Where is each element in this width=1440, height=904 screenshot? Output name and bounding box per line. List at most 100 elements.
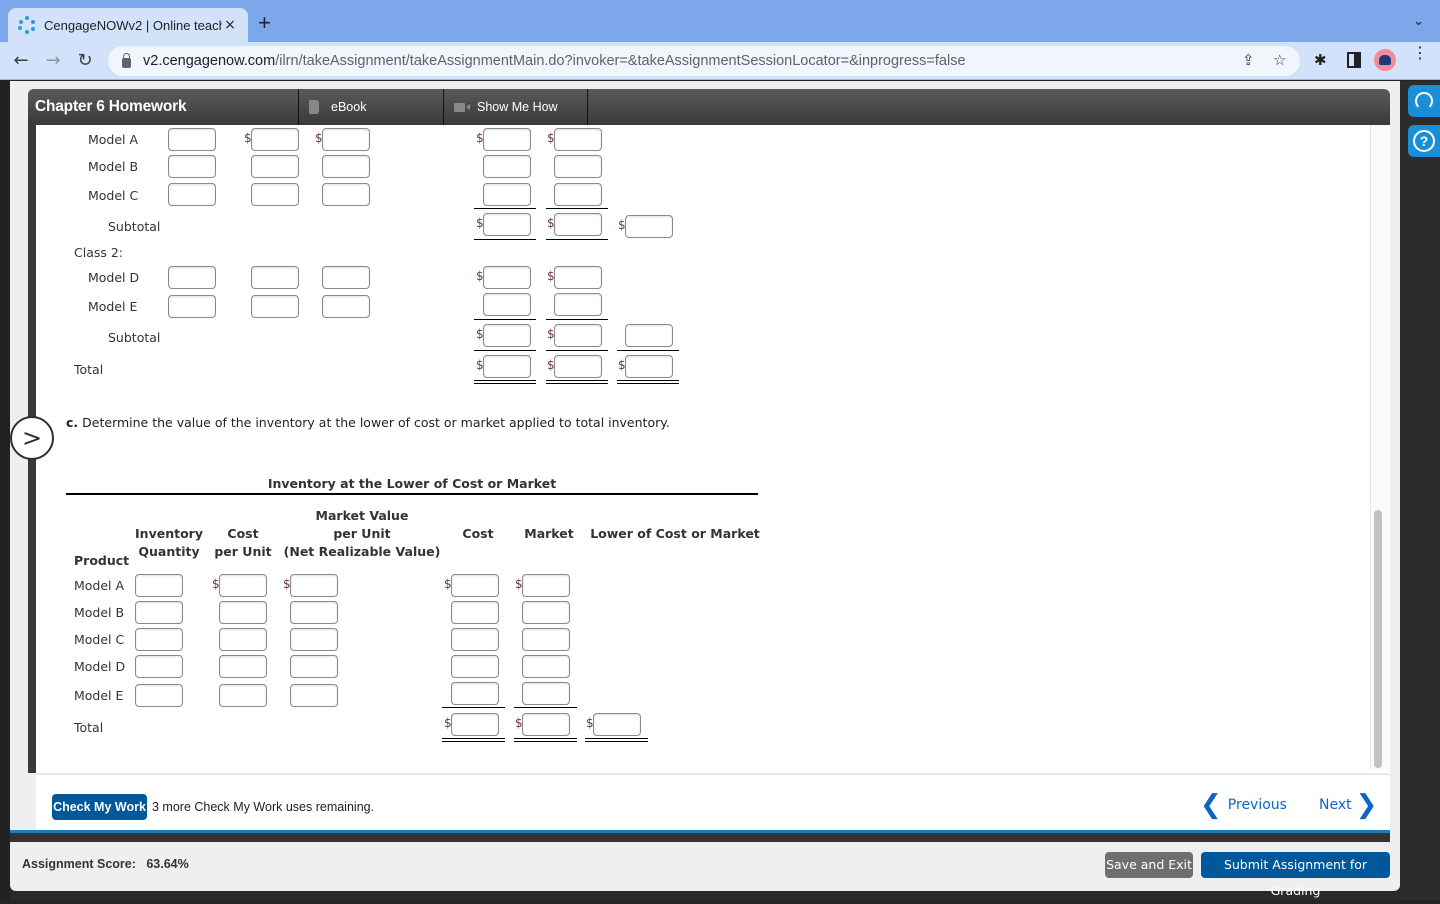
quantity-input[interactable]: [168, 266, 216, 289]
subtotal-cost-input[interactable]: [483, 213, 531, 236]
cost-per-unit-input[interactable]: [251, 155, 299, 178]
quantity-input[interactable]: [168, 155, 216, 178]
market-total-input[interactable]: [554, 293, 602, 316]
share-icon[interactable]: ⇪: [1242, 51, 1255, 69]
browser-tab[interactable]: CengageNOWv2 | Online teach ×: [8, 8, 248, 42]
cost-total-input[interactable]: [483, 128, 531, 151]
subtotal-lcm-input[interactable]: [625, 215, 673, 238]
tab-search-chevron-icon[interactable]: ⌄: [1413, 14, 1424, 29]
cost-per-unit-input[interactable]: [251, 295, 299, 318]
cost-per-unit-input[interactable]: [251, 266, 299, 289]
side-panel-icon[interactable]: [1347, 52, 1361, 68]
cost-total-input[interactable]: [451, 601, 499, 624]
cost-per-unit-input[interactable]: [251, 128, 299, 151]
forward-icon[interactable]: →: [40, 48, 66, 74]
cost-total-input[interactable]: [451, 574, 499, 597]
double-underline: [442, 738, 505, 742]
previous-label: Previous: [1227, 797, 1287, 813]
subtotal-market-input[interactable]: [554, 324, 602, 347]
col-header-line: (Net Realizable Value): [283, 544, 441, 559]
market-value-input[interactable]: [322, 295, 370, 318]
quantity-input[interactable]: [135, 601, 183, 624]
col-header-lcm: Lower of Cost or Market: [590, 526, 760, 541]
market-total-input[interactable]: [522, 628, 570, 651]
col-header-line: Cost: [227, 526, 259, 541]
cost-total-input[interactable]: [483, 266, 531, 289]
content-scrollbar-thumb[interactable]: [1374, 510, 1382, 768]
cost-total-input[interactable]: [451, 628, 499, 651]
ebook-button[interactable]: eBook: [298, 89, 443, 125]
help-button[interactable]: ?: [1408, 125, 1440, 157]
market-total-input[interactable]: [522, 655, 570, 678]
cost-per-unit-input[interactable]: [219, 628, 267, 651]
cost-per-unit-input[interactable]: [219, 684, 267, 707]
cost-per-unit-input[interactable]: [219, 655, 267, 678]
market-total-input[interactable]: [554, 155, 602, 178]
cost-total-input[interactable]: [483, 293, 531, 316]
reload-icon[interactable]: ↻: [72, 48, 98, 74]
quantity-input[interactable]: [135, 574, 183, 597]
back-icon[interactable]: ←: [8, 48, 34, 74]
quantity-input[interactable]: [135, 684, 183, 707]
market-value-input[interactable]: [290, 628, 338, 651]
market-value-input[interactable]: [290, 574, 338, 597]
market-total-input[interactable]: [522, 601, 570, 624]
profile-avatar[interactable]: [1374, 49, 1396, 71]
quantity-input[interactable]: [135, 628, 183, 651]
market-value-input[interactable]: [322, 183, 370, 206]
bookmark-star-icon[interactable]: ☆: [1273, 51, 1286, 69]
next-button[interactable]: Next ❯: [1319, 792, 1377, 818]
subtotal-cost-input[interactable]: [483, 324, 531, 347]
market-total-input[interactable]: [522, 574, 570, 597]
total-market-input[interactable]: [554, 355, 602, 378]
cost-per-unit-input[interactable]: [251, 183, 299, 206]
subtotal-lcm-input[interactable]: [625, 324, 673, 347]
show-me-how-button[interactable]: Show Me How: [443, 89, 588, 125]
total-cost-input[interactable]: [451, 713, 499, 736]
market-total-input[interactable]: [554, 183, 602, 206]
market-value-input[interactable]: [290, 601, 338, 624]
cost-per-unit-input[interactable]: [219, 601, 267, 624]
market-value-input[interactable]: [322, 155, 370, 178]
previous-button[interactable]: ❮ Previous: [1200, 792, 1287, 818]
market-value-input[interactable]: [290, 684, 338, 707]
support-button[interactable]: [1408, 85, 1440, 117]
currency-symbol: $: [547, 216, 555, 230]
subtotal-label: Subtotal: [108, 219, 161, 234]
market-value-input[interactable]: [322, 128, 370, 151]
total-market-input[interactable]: [522, 713, 570, 736]
browser-tab-bar: CengageNOWv2 | Online teach × + ⌄: [0, 0, 1440, 42]
market-total-input[interactable]: [522, 682, 570, 705]
save-and-exit-button[interactable]: Save and Exit: [1105, 852, 1193, 878]
check-my-work-button[interactable]: Check My Work: [52, 794, 147, 820]
browser-menu-icon[interactable]: ⋮: [1412, 45, 1428, 61]
market-total-input[interactable]: [554, 128, 602, 151]
submit-assignment-button[interactable]: Submit Assignment for Grading: [1201, 852, 1390, 898]
quantity-input[interactable]: [168, 183, 216, 206]
market-total-input[interactable]: [554, 266, 602, 289]
new-tab-icon[interactable]: +: [258, 10, 271, 36]
extensions-icon[interactable]: ✱: [1314, 51, 1327, 69]
quantity-input[interactable]: [168, 295, 216, 318]
total-lcm-input[interactable]: [625, 355, 673, 378]
cost-total-input[interactable]: [451, 655, 499, 678]
close-tab-icon[interactable]: ×: [222, 17, 238, 33]
lock-icon[interactable]: [122, 52, 131, 68]
subtotal-market-input[interactable]: [554, 213, 602, 236]
cost-total-input[interactable]: [483, 155, 531, 178]
address-bar[interactable]: v2.cengagenow.com/ilrn/takeAssignment/ta…: [108, 46, 1300, 76]
expand-panel-button[interactable]: >: [10, 416, 54, 460]
score-value: 63.64%: [146, 857, 189, 871]
cost-per-unit-input[interactable]: [219, 574, 267, 597]
total-lcm-input[interactable]: [593, 713, 641, 736]
col-header-line: Inventory: [135, 526, 203, 541]
double-underline: [585, 738, 648, 742]
quantity-input[interactable]: [135, 655, 183, 678]
quantity-input[interactable]: [168, 128, 216, 151]
total-cost-input[interactable]: [483, 355, 531, 378]
market-value-input[interactable]: [322, 266, 370, 289]
score-label: Assignment Score:: [22, 857, 136, 871]
market-value-input[interactable]: [290, 655, 338, 678]
cost-total-input[interactable]: [451, 682, 499, 705]
cost-total-input[interactable]: [483, 183, 531, 206]
